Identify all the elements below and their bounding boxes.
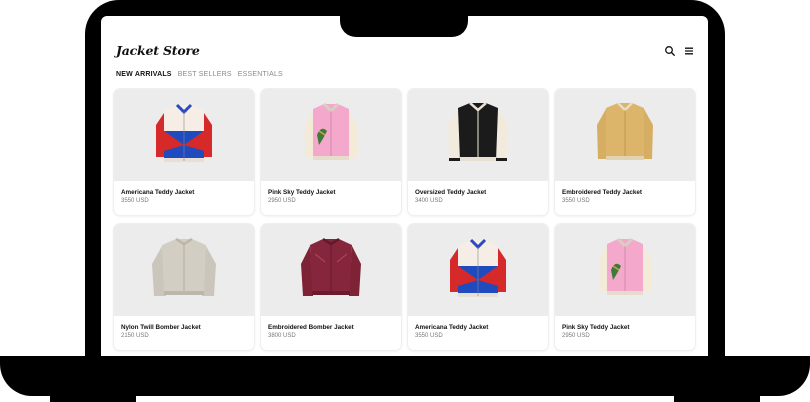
varsity-jacket-illustration: [156, 103, 212, 162]
product-grid: Americana Teddy Jacket 3550 USD Pink Sky…: [114, 89, 698, 350]
product-name: Americana Teddy Jacket: [121, 189, 195, 196]
varsity-jacket-illustration: [450, 238, 506, 297]
product-card[interactable]: Pink Sky Teddy Jacket 2950 USD: [261, 89, 401, 215]
product-card[interactable]: Embroidered Teddy Jacket 3550 USD: [555, 89, 695, 215]
product-name: Embroidered Bomber Jacket: [268, 324, 354, 331]
product-image: [408, 224, 548, 316]
category-nav: NEW ARRIVALS BEST SELLERS ESSENTIALS: [116, 71, 283, 78]
product-image: [114, 224, 254, 316]
pink-jacket-illustration: [599, 237, 651, 295]
laptop-screen: Jacket Store NEW ARRIVALS BEST SELLERS E…: [101, 16, 708, 357]
menu-icon[interactable]: [683, 45, 695, 57]
product-image: [555, 224, 695, 316]
product-price: 3800 USD: [268, 333, 296, 339]
gold-jacket-illustration: [597, 102, 653, 160]
product-price: 3550 USD: [121, 198, 149, 204]
product-name: Nylon Twill Bomber Jacket: [121, 324, 201, 331]
product-name: Embroidered Teddy Jacket: [562, 189, 643, 196]
product-card[interactable]: Americana Teddy Jacket 3550 USD: [114, 89, 254, 215]
tab-essentials[interactable]: ESSENTIALS: [238, 71, 283, 78]
product-card[interactable]: Oversized Teddy Jacket 3400 USD: [408, 89, 548, 215]
product-price: 2950 USD: [268, 198, 296, 204]
search-icon[interactable]: [664, 45, 676, 57]
beige-bomber-illustration: [152, 237, 216, 296]
tab-best-sellers[interactable]: BEST SELLERS: [178, 71, 232, 78]
product-name: Oversized Teddy Jacket: [415, 189, 487, 196]
product-name: Pink Sky Teddy Jacket: [562, 324, 630, 331]
camera-notch: [340, 0, 468, 37]
store-logo[interactable]: Jacket Store: [116, 43, 200, 58]
product-price: 2950 USD: [562, 333, 590, 339]
product-name: Pink Sky Teddy Jacket: [268, 189, 336, 196]
product-card[interactable]: Embroidered Bomber Jacket 3800 USD: [261, 224, 401, 350]
burgundy-bomber-illustration: [301, 237, 361, 296]
pink-jacket-illustration: [305, 102, 357, 160]
product-card[interactable]: Americana Teddy Jacket 3550 USD: [408, 224, 548, 350]
product-image: [261, 89, 401, 181]
product-image: [114, 89, 254, 181]
laptop-base: [0, 356, 810, 396]
product-price: 3550 USD: [415, 333, 443, 339]
product-price: 3550 USD: [562, 198, 590, 204]
product-name: Americana Teddy Jacket: [415, 324, 489, 331]
product-image: [261, 224, 401, 316]
product-card[interactable]: Pink Sky Teddy Jacket 2950 USD: [555, 224, 695, 350]
product-price: 2150 USD: [121, 333, 149, 339]
product-image: [555, 89, 695, 181]
product-card[interactable]: Nylon Twill Bomber Jacket 2150 USD: [114, 224, 254, 350]
tab-new-arrivals[interactable]: NEW ARRIVALS: [116, 71, 172, 78]
black-varsity-illustration: [448, 102, 508, 161]
product-image: [408, 89, 548, 181]
product-price: 3400 USD: [415, 198, 443, 204]
